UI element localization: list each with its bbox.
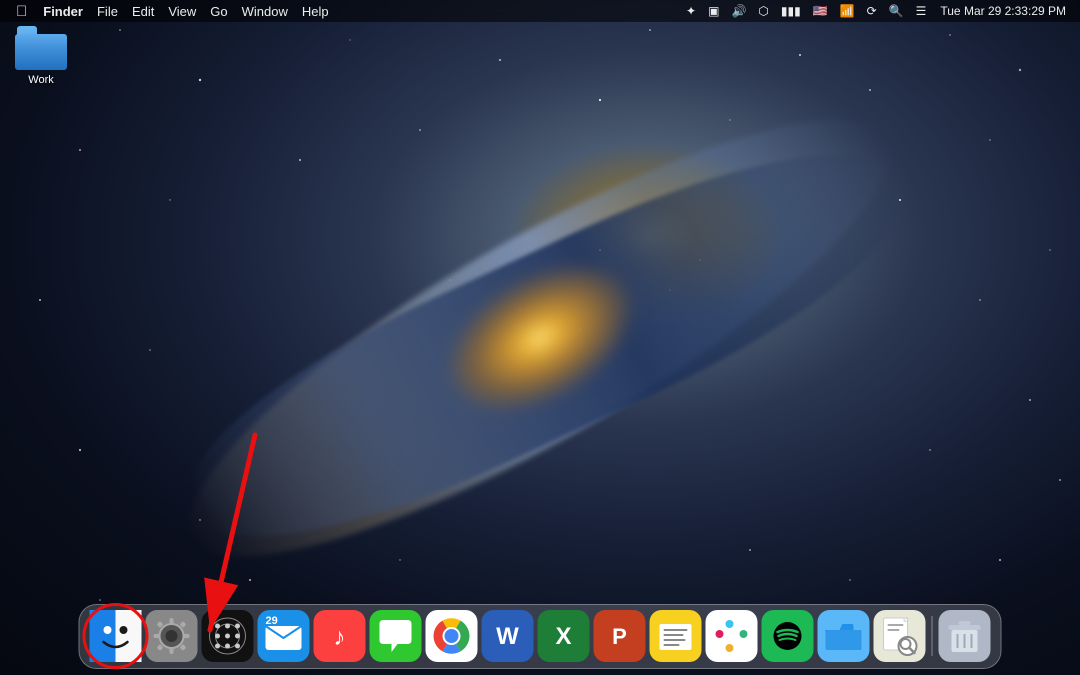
svg-text:X: X (555, 623, 571, 650)
dock-item-preview[interactable] (874, 610, 926, 662)
apple-menu[interactable]:  (8, 0, 35, 22)
finder-icon (90, 610, 142, 662)
dock-item-chrome[interactable] (426, 610, 478, 662)
dock-item-spotify[interactable] (762, 610, 814, 662)
red-arrow-annotation (190, 430, 270, 650)
file-menu[interactable]: File (91, 0, 124, 22)
spotify-icon (762, 610, 814, 662)
dock-item-word[interactable]: W (482, 610, 534, 662)
bluetooth-status-icon[interactable]: ⬡ (754, 0, 772, 22)
svg-text:W: W (496, 623, 519, 650)
desktop:  Finder File Edit View Go Window Help ✦… (0, 0, 1080, 675)
menubar-clock[interactable]: Tue Mar 29 2:33:29 PM (934, 4, 1072, 18)
dock-item-files[interactable] (818, 610, 870, 662)
slack-icon (706, 610, 758, 662)
messages-icon (370, 610, 422, 662)
menubar:  Finder File Edit View Go Window Help ✦… (0, 0, 1080, 22)
desktop-folder-work[interactable]: Work (6, 22, 76, 91)
volume-status-icon[interactable]: 🔊 (727, 0, 750, 22)
folder-label: Work (28, 74, 53, 87)
svg-text:♪: ♪ (334, 624, 346, 651)
flag-icon[interactable]: 🇺🇸 (809, 0, 832, 22)
svg-text:P: P (612, 624, 627, 649)
dropbox-status-icon[interactable]: ✦ (682, 0, 700, 22)
dock-item-music[interactable]: ♪ (314, 610, 366, 662)
folder-body (15, 34, 67, 70)
display-status-icon[interactable]: ▣ (704, 0, 723, 22)
chrome-icon (426, 610, 478, 662)
notes-icon (650, 610, 702, 662)
trash-icon (939, 610, 991, 662)
search-icon[interactable]: 🔍 (885, 0, 908, 22)
dock-item-notes[interactable] (650, 610, 702, 662)
files-icon (818, 610, 870, 662)
notification-icon[interactable]: ☰ (912, 0, 931, 22)
menubar-left:  Finder File Edit View Go Window Help (8, 0, 682, 22)
dock-item-trash[interactable] (939, 610, 991, 662)
word-icon: W (482, 610, 534, 662)
dock-item-excel[interactable]: X (538, 610, 590, 662)
menubar-right: ✦ ▣ 🔊 ⬡ ▮▮▮ 🇺🇸 📶 ⟳ 🔍 ☰ Tue Mar 29 2:33:2… (682, 0, 1072, 22)
folder-icon (15, 26, 67, 70)
view-menu[interactable]: View (162, 0, 202, 22)
music-icon: ♪ (314, 610, 366, 662)
wifi-status-icon[interactable]: 📶 (836, 0, 859, 22)
window-menu[interactable]: Window (236, 0, 294, 22)
dock-item-slack[interactable] (706, 610, 758, 662)
edit-menu[interactable]: Edit (126, 0, 160, 22)
powerpoint-icon: P (594, 610, 646, 662)
dock-item-messages[interactable] (370, 610, 422, 662)
go-menu[interactable]: Go (204, 0, 233, 22)
dock-item-finder[interactable] (90, 610, 142, 662)
preview-icon (874, 610, 926, 662)
excel-icon: X (538, 610, 590, 662)
battery-status-icon[interactable]: ▮▮▮ (777, 0, 805, 22)
time-machine-icon[interactable]: ⟳ (863, 0, 881, 22)
help-menu[interactable]: Help (296, 0, 335, 22)
dock-item-powerpoint[interactable]: P (594, 610, 646, 662)
dock-separator (932, 616, 933, 656)
app-name-menu[interactable]: Finder (37, 0, 89, 22)
